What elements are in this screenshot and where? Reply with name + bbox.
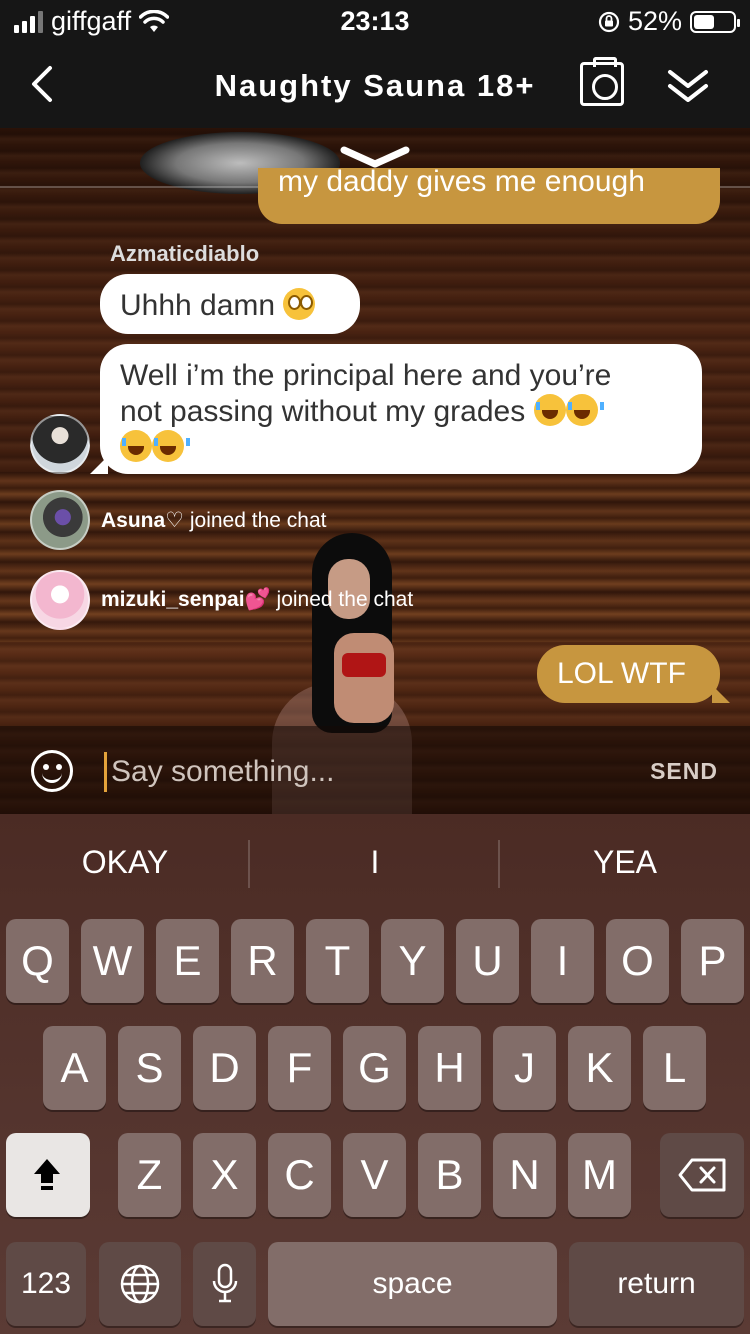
emoji-picker-icon[interactable] (31, 750, 73, 792)
sender-name[interactable]: Azmaticdiablo (110, 241, 259, 267)
key-u[interactable]: U (456, 919, 519, 1003)
room-title: Naughty Sauna 18+ (214, 68, 536, 103)
key-x[interactable]: X (193, 1133, 256, 1217)
key-s[interactable]: S (118, 1026, 181, 1110)
join-notice: mizuki_senpai💕 joined the chat (101, 588, 413, 612)
key-y[interactable]: Y (381, 919, 444, 1003)
globe-key[interactable] (99, 1242, 181, 1326)
key-e[interactable]: E (156, 919, 219, 1003)
double-chevron-down-icon[interactable] (664, 62, 712, 110)
key-b[interactable]: B (418, 1133, 481, 1217)
key-j[interactable]: J (493, 1026, 556, 1110)
suggestion-item[interactable]: OKAY (0, 844, 250, 881)
join-notice: Asuna♡ joined the chat (101, 508, 326, 533)
message-bubble-incoming: Well i’m the principal here and you’re n… (90, 344, 702, 474)
backspace-key[interactable] (660, 1133, 744, 1217)
message-line-3 (120, 430, 682, 466)
key-r[interactable]: R (231, 919, 294, 1003)
key-m[interactable]: M (568, 1133, 631, 1217)
message-input[interactable] (104, 752, 624, 792)
nav-bar: Naughty Sauna 18+ (0, 42, 750, 128)
message-bubble-outgoing: my daddy gives me enough (258, 168, 720, 224)
globe-icon (120, 1264, 160, 1304)
message-input-bar: SEND (0, 726, 750, 814)
key-t[interactable]: T (306, 919, 369, 1003)
key-p[interactable]: P (681, 919, 744, 1003)
suggestion-bar: OKAY I YEA (0, 814, 750, 914)
key-k[interactable]: K (568, 1026, 631, 1110)
suggestion-item[interactable]: I (250, 844, 500, 881)
return-key[interactable]: return (569, 1242, 744, 1326)
message-text: Uhhh damn (120, 289, 276, 322)
eye-roll-emoji-icon (283, 288, 316, 320)
join-text: joined the chat (276, 588, 414, 611)
key-q[interactable]: Q (6, 919, 69, 1003)
join-username[interactable]: mizuki_senpai💕 (101, 588, 271, 611)
message-line: Well i’m the principal here and you’re (120, 359, 612, 392)
tears-of-joy-emoji-icon (565, 394, 604, 426)
send-button[interactable]: SEND (650, 758, 718, 785)
dictation-key[interactable] (193, 1242, 256, 1326)
key-d[interactable]: D (193, 1026, 256, 1110)
tears-of-joy-emoji-icon (120, 430, 158, 462)
shift-arrow-icon (34, 1159, 60, 1190)
message-bubble-incoming: Uhhh damn (100, 274, 360, 334)
key-z[interactable]: Z (118, 1133, 181, 1217)
message-bubble-outgoing: LOL WTF (537, 645, 730, 703)
space-key[interactable]: space (268, 1242, 557, 1326)
key-g[interactable]: G (343, 1026, 406, 1110)
message-line-text: not passing without my grades (120, 395, 526, 428)
key-f[interactable]: F (268, 1026, 331, 1110)
join-text: joined the chat (189, 509, 327, 532)
battery-fill (694, 14, 714, 29)
orientation-lock-icon (598, 11, 620, 32)
avatar[interactable] (30, 570, 90, 630)
message-line-2: not passing without my grades (120, 394, 682, 430)
numbers-key[interactable]: 123 (6, 1242, 86, 1326)
key-h[interactable]: H (418, 1026, 481, 1110)
battery-group: 52% (598, 6, 740, 37)
key-a[interactable]: A (43, 1026, 106, 1110)
join-username[interactable]: Asuna♡ (101, 509, 184, 532)
key-i[interactable]: I (531, 919, 594, 1003)
backspace-icon (678, 1158, 726, 1192)
tears-of-joy-emoji-icon (533, 394, 572, 426)
key-n[interactable]: N (493, 1133, 556, 1217)
camera-icon[interactable] (580, 57, 624, 106)
battery-icon (690, 10, 740, 33)
chat-scene: my daddy gives me enough Azmaticdiablo U… (0, 128, 750, 814)
keyboard: OKAY I YEA Q W E R T Y U I O P A S D F G… (0, 814, 750, 1334)
key-l[interactable]: L (643, 1026, 706, 1110)
avatar[interactable] (30, 490, 90, 550)
microphone-icon (212, 1263, 237, 1303)
shift-key[interactable] (6, 1133, 90, 1217)
key-o[interactable]: O (606, 919, 669, 1003)
avatar[interactable] (30, 414, 90, 474)
message-text: LOL WTF (557, 657, 686, 690)
battery-percent: 52% (627, 6, 682, 36)
key-v[interactable]: V (343, 1133, 406, 1217)
key-c[interactable]: C (268, 1133, 331, 1217)
message-text: my daddy gives me enough (278, 168, 645, 198)
suggestion-item[interactable]: YEA (500, 844, 750, 881)
key-w[interactable]: W (81, 919, 144, 1003)
tears-of-joy-emoji-icon (152, 430, 190, 462)
status-bar: giffgaff 23:13 52% (0, 0, 750, 42)
